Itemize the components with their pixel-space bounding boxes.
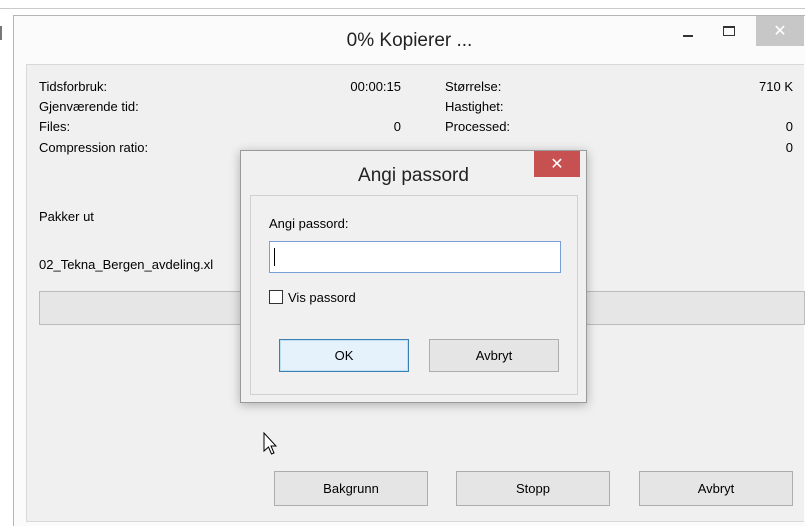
- files-label: Files:: [39, 119, 71, 134]
- remaining-label: Gjenværende tid:: [39, 99, 139, 114]
- background-window-edge: [0, 8, 805, 9]
- dialog-cancel-button[interactable]: Avbryt: [429, 339, 559, 372]
- close-icon: ✕: [550, 156, 564, 173]
- action-status: Pakker ut: [39, 209, 94, 224]
- compression-label: Compression ratio:: [39, 140, 149, 155]
- close-icon: ✕: [773, 23, 787, 40]
- maximize-button[interactable]: [713, 16, 745, 46]
- elapsed-value: 00:00:15: [350, 79, 401, 94]
- title-bar[interactable]: 0% Kopierer ... ✕: [14, 16, 805, 63]
- ok-button[interactable]: OK: [279, 339, 409, 372]
- password-dialog: Angi passord ✕ Angi passord: Vis passord…: [240, 150, 587, 403]
- processed-label: Processed:: [445, 119, 511, 134]
- processed-value: 0: [785, 119, 793, 134]
- show-password-label[interactable]: Vis passord: [288, 290, 356, 305]
- dialog-close-button[interactable]: ✕: [534, 151, 580, 177]
- background-button[interactable]: Bakgrunn: [274, 471, 428, 506]
- size-label: Størrelse:: [445, 79, 502, 94]
- cancel-button[interactable]: Avbryt: [639, 471, 793, 506]
- password-prompt-label: Angi passord:: [269, 216, 349, 231]
- password-input[interactable]: [269, 241, 561, 273]
- text-caret: [274, 248, 275, 266]
- stop-button[interactable]: Stopp: [456, 471, 610, 506]
- size-value: 710 K: [759, 79, 793, 94]
- ratio-value: 0: [785, 140, 793, 155]
- show-password-checkbox[interactable]: [269, 290, 283, 304]
- current-file: 02_Tekna_Bergen_avdeling.xl: [39, 257, 214, 272]
- background-window-fragment: [0, 26, 5, 40]
- dialog-body: Angi passord: Vis passord OK Avbryt: [250, 195, 578, 395]
- files-value: 0: [393, 119, 401, 134]
- elapsed-label: Tidsforbruk:: [39, 79, 108, 94]
- window-close-button[interactable]: ✕: [756, 16, 804, 46]
- minimize-icon: [683, 35, 693, 37]
- minimize-button[interactable]: [672, 16, 704, 46]
- mouse-cursor-icon: [263, 432, 277, 455]
- speed-label: Hastighet:: [445, 99, 504, 114]
- maximize-icon: [723, 26, 735, 36]
